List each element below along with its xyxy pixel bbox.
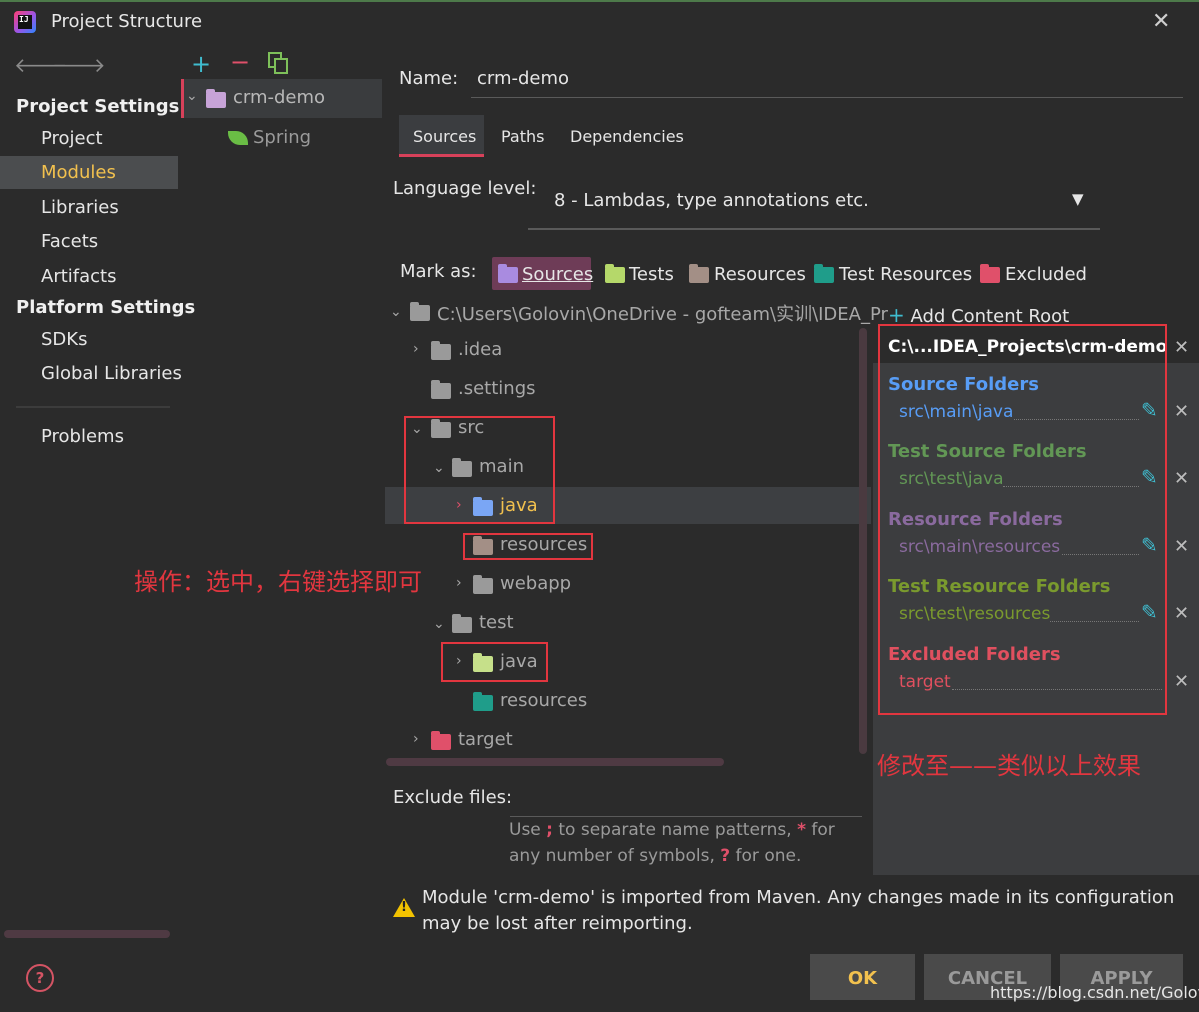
annotation-box-test-java: [441, 642, 548, 682]
warning-icon-mark: !: [401, 900, 407, 915]
spring-leaf-icon: [228, 131, 248, 145]
tests-folder-icon: [605, 264, 625, 283]
sidebar-heading-project-settings: Project Settings: [16, 96, 180, 117]
remove-test-resource-folder-icon[interactable]: ✕: [1174, 603, 1189, 624]
remove-excluded-folder-icon[interactable]: ✕: [1174, 671, 1189, 692]
remove-module-button[interactable]: −: [230, 48, 250, 76]
exclude-hint-line-2: any number of symbols, ? for one.: [509, 846, 802, 866]
tab-sources[interactable]: Sources: [413, 127, 476, 146]
mark-as-sources[interactable]: Sources: [522, 264, 593, 285]
excluded-folder-icon: [980, 264, 1000, 283]
sidebar-item-global-libraries[interactable]: Global Libraries: [41, 363, 182, 384]
maven-warning-text: Module 'crm-demo' is imported from Maven…: [422, 887, 1175, 934]
tree-node-test-resources[interactable]: resources: [500, 690, 587, 711]
chevron-right-icon[interactable]: ›: [456, 575, 462, 591]
copy-module-icon[interactable]: [268, 52, 288, 74]
tree-node-idea[interactable]: .idea: [458, 339, 502, 360]
annotation-left-note: 操作：选中，右键选择即可: [134, 568, 422, 596]
sidebar-item-libraries[interactable]: Libraries: [41, 197, 119, 218]
mark-as-tests[interactable]: Tests: [629, 264, 674, 285]
annotation-box-src-main-java: [404, 416, 555, 524]
sidebar-scrollbar[interactable]: [4, 930, 170, 938]
tree-node-webapp[interactable]: webapp: [500, 573, 571, 594]
remove-test-source-folder-icon[interactable]: ✕: [1174, 468, 1189, 489]
module-name[interactable]: crm-demo: [233, 87, 325, 108]
language-select-underline: [528, 228, 1100, 230]
remove-content-root-icon[interactable]: ✕: [1174, 337, 1189, 358]
dropdown-arrow-icon[interactable]: ▼: [1072, 190, 1084, 208]
excluded-folder-icon: [431, 731, 451, 750]
intellij-app-icon: IJ: [14, 11, 36, 33]
sidebar-item-facets[interactable]: Facets: [41, 231, 98, 252]
sidebar-item-modules[interactable]: Modules: [41, 162, 116, 183]
tree-node-test[interactable]: test: [479, 612, 514, 633]
sidebar-item-problems[interactable]: Problems: [41, 426, 124, 447]
ok-button[interactable]: OK: [810, 954, 915, 1000]
tab-dependencies[interactable]: Dependencies: [570, 127, 684, 146]
annotation-right-note: 修改至——类似以上效果: [877, 752, 1141, 780]
module-name-input[interactable]: crm-demo: [477, 68, 569, 89]
mark-as-excluded[interactable]: Excluded: [1005, 264, 1087, 285]
resources-folder-icon: [689, 264, 709, 283]
name-label: Name:: [399, 68, 459, 89]
folder-icon: [431, 380, 451, 399]
exclude-hint-line-1: Use ; to separate name patterns, * for: [509, 820, 835, 840]
annotation-box-resources: [463, 533, 593, 560]
facet-spring[interactable]: Spring: [253, 127, 311, 148]
sidebar-item-artifacts[interactable]: Artifacts: [41, 266, 116, 287]
close-icon[interactable]: ✕: [1152, 9, 1170, 34]
tree-root-path[interactable]: C:\Users\Golovin\OneDrive - gofteam\实训\I…: [437, 300, 888, 326]
language-level-label: Language level:: [393, 178, 537, 199]
mark-as-label: Mark as:: [400, 261, 477, 282]
watermark-text: https://blog.csdn.net/Golovin: [990, 983, 1199, 1002]
folder-icon: [431, 341, 451, 360]
chevron-right-icon[interactable]: ›: [413, 341, 419, 357]
tree-node-target[interactable]: target: [458, 729, 513, 750]
folder-icon: [473, 575, 493, 594]
sources-folder-icon: [498, 264, 518, 283]
remove-resource-folder-icon[interactable]: ✕: [1174, 536, 1189, 557]
chevron-down-icon[interactable]: ⌄: [186, 88, 198, 104]
tree-vertical-scrollbar[interactable]: [859, 328, 867, 754]
test-resource-folder-icon: [473, 692, 493, 711]
test-resources-folder-icon: [814, 264, 834, 283]
tree-node-settings[interactable]: .settings: [458, 378, 536, 399]
chevron-down-icon[interactable]: ⌄: [433, 616, 445, 632]
forward-arrow-icon[interactable]: 🡒: [52, 53, 106, 77]
sidebar-item-sdks[interactable]: SDKs: [41, 329, 87, 350]
mark-as-resources[interactable]: Resources: [714, 264, 806, 285]
module-folder-icon: [206, 89, 226, 108]
sidebar-item-project[interactable]: Project: [41, 128, 103, 149]
folder-icon: [410, 302, 430, 321]
remove-source-folder-icon[interactable]: ✕: [1174, 401, 1189, 422]
help-icon[interactable]: ?: [26, 964, 54, 992]
sidebar-heading-platform-settings: Platform Settings: [16, 297, 196, 318]
mark-as-test-resources[interactable]: Test Resources: [839, 264, 972, 285]
tab-paths[interactable]: Paths: [501, 127, 544, 146]
name-input-underline: [471, 97, 1183, 98]
sidebar-separator: [16, 406, 170, 408]
language-level-select[interactable]: 8 - Lambdas, type annotations etc.: [554, 190, 869, 211]
annotation-box-content-root: [878, 324, 1167, 715]
exclude-files-input[interactable]: [510, 816, 862, 817]
chevron-down-icon[interactable]: ⌄: [390, 304, 402, 320]
add-module-button[interactable]: +: [191, 50, 211, 78]
exclude-files-label: Exclude files:: [393, 787, 513, 808]
chevron-right-icon[interactable]: ›: [413, 731, 419, 747]
window-title: Project Structure: [51, 11, 203, 32]
folder-icon: [452, 614, 472, 633]
tree-horizontal-scrollbar[interactable]: [386, 758, 724, 766]
